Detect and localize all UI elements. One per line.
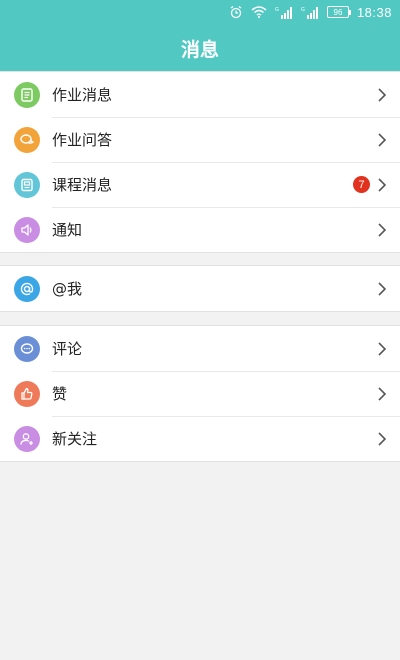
- chevron-right-icon: [378, 341, 387, 356]
- chevron-right-icon: [378, 177, 387, 192]
- qa-chat-icon: [14, 126, 40, 153]
- wifi-icon: [251, 6, 267, 18]
- status-time: 18:38: [356, 4, 392, 20]
- homework-list-icon: [14, 81, 40, 108]
- chevron-right-icon: [378, 132, 387, 147]
- list-item-new-followers[interactable]: 新关注: [0, 416, 400, 461]
- comment-icon: [14, 335, 40, 362]
- list-item-mentions[interactable]: @我: [0, 266, 400, 311]
- svg-text:G: G: [301, 7, 305, 13]
- message-group-mentions: @我: [0, 265, 400, 312]
- svg-text:G: G: [275, 7, 279, 13]
- list-item-label: 新关注: [52, 430, 98, 448]
- list-item-notifications[interactable]: 通知: [0, 207, 400, 252]
- signal-icon: G: [301, 6, 318, 19]
- list-item-label: 通知: [52, 221, 83, 239]
- alarm-icon: [230, 5, 242, 19]
- list-item-label: 评论: [52, 340, 83, 358]
- chevron-right-icon: [378, 222, 387, 237]
- signal-icon: G: [275, 6, 292, 19]
- message-group-course: 作业消息 作业问答 课程消息 7 通知: [0, 71, 400, 253]
- chevron-right-icon: [378, 281, 387, 296]
- chevron-right-icon: [378, 386, 387, 401]
- follow-user-icon: [14, 425, 40, 452]
- thumbs-up-icon: [14, 380, 40, 407]
- unread-count-badge: 7: [353, 176, 370, 193]
- status-bar: G G 96 18:38: [0, 0, 400, 24]
- chevron-right-icon: [378, 87, 387, 102]
- message-group-social: 评论 赞 新关注: [0, 325, 400, 462]
- list-item-label: 课程消息: [52, 176, 113, 194]
- list-item-homework-qa[interactable]: 作业问答: [0, 117, 400, 162]
- speaker-icon: [14, 216, 40, 243]
- list-item-likes[interactable]: 赞: [0, 371, 400, 416]
- list-item-comments[interactable]: 评论: [0, 326, 400, 371]
- battery-icon: 96: [326, 6, 351, 18]
- list-item-course-messages[interactable]: 课程消息 7: [0, 162, 400, 207]
- list-item-label: @我: [52, 280, 83, 298]
- list-item-homework-messages[interactable]: 作业消息: [0, 72, 400, 117]
- chevron-right-icon: [378, 431, 387, 446]
- page-title: 消息: [180, 38, 219, 61]
- list-item-label: 作业消息: [52, 86, 113, 104]
- header-bar: G G 96 18:38 消息: [0, 0, 400, 72]
- list-item-label: 作业问答: [52, 131, 113, 149]
- list-item-label: 赞: [52, 385, 68, 403]
- at-icon: [14, 275, 40, 302]
- course-icon: [14, 171, 40, 198]
